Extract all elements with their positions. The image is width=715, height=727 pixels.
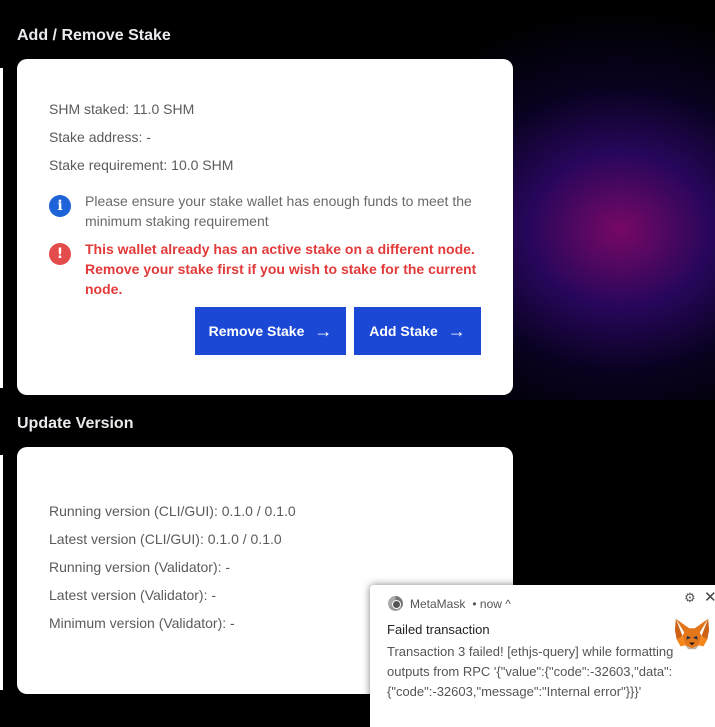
gear-icon[interactable]: ⚙ (684, 590, 696, 606)
stake-address: Stake address: - (49, 129, 151, 145)
notification-title: Failed transaction (387, 622, 490, 637)
version-section-title: Update Version (17, 415, 134, 432)
latest-version-validator: Latest version (Validator): - (49, 587, 217, 603)
add-stake-button[interactable]: Add Stake → (354, 307, 481, 355)
error-notice: ! This wallet already has an active stak… (49, 239, 489, 299)
info-notice: i Please ensure your stake wallet has en… (49, 191, 489, 231)
info-icon: i (49, 195, 71, 217)
latest-version-cli-gui: Latest version (CLI/GUI): 0.1.0 / 0.1.0 (49, 531, 282, 547)
left-edge-panel (0, 68, 3, 388)
shm-staked: SHM staked: 11.0 SHM (49, 101, 195, 117)
remove-stake-button[interactable]: Remove Stake → (195, 307, 346, 355)
remove-stake-label: Remove Stake (208, 323, 305, 339)
running-version-cli-gui: Running version (CLI/GUI): 0.1.0 / 0.1.0 (49, 503, 296, 519)
notification-time[interactable]: • now ^ (472, 597, 511, 611)
close-icon[interactable]: ✕ (704, 588, 715, 606)
arrow-right-icon: → (447, 321, 466, 341)
arrow-right-icon: → (314, 321, 333, 341)
left-edge-panel (0, 455, 3, 690)
stake-section-title: Add / Remove Stake (17, 27, 171, 44)
metamask-notification[interactable]: MetaMask • now ^ ⚙ ✕ Failed transaction … (370, 585, 715, 727)
stake-requirement: Stake requirement: 10.0 SHM (49, 157, 234, 173)
notification-app-name: MetaMask (410, 596, 466, 611)
minimum-version-validator: Minimum version (Validator): - (49, 615, 235, 631)
metamask-fox-icon (674, 618, 710, 650)
add-stake-label: Add Stake (369, 323, 438, 339)
stake-card: SHM staked: 11.0 SHM Stake address: - St… (17, 59, 513, 395)
running-version-validator: Running version (Validator): - (49, 559, 231, 575)
error-notice-text: This wallet already has an active stake … (85, 241, 477, 297)
notification-message: Transaction 3 failed! [ethjs-query] whil… (387, 644, 674, 699)
error-icon: ! (49, 243, 71, 265)
notification-header: MetaMask • now ^ (388, 596, 511, 611)
chrome-icon (388, 596, 403, 611)
info-notice-text: Please ensure your stake wallet has enou… (85, 193, 472, 229)
